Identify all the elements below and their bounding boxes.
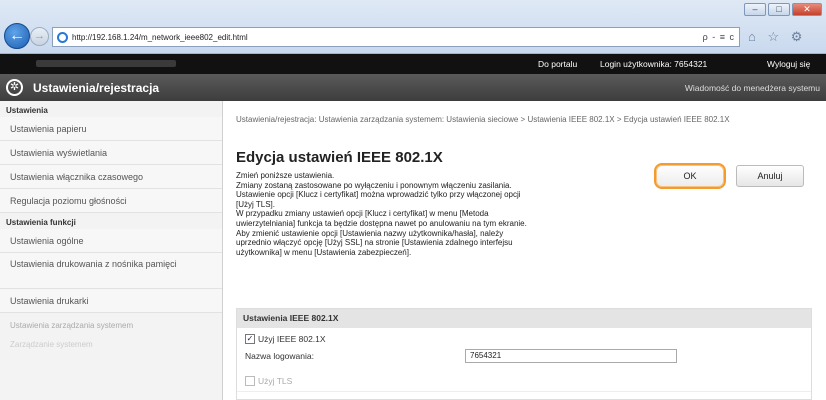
sidebar-item-general[interactable]: Ustawienia ogólne	[0, 229, 222, 253]
window-controls: – □ ✕	[744, 3, 822, 16]
app-title: Ustawienia/rejestracja	[33, 81, 160, 95]
sidebar-item-paper[interactable]: Ustawienia papieru	[0, 117, 222, 141]
description-line: Ustawienie opcji [Klucz i certyfikat] mo…	[236, 190, 521, 200]
divider	[237, 391, 811, 392]
use-tls-row: Użyj TLS	[245, 376, 292, 386]
browser-toolbar-icons[interactable]: ⌂ ☆ ⚙	[748, 29, 806, 45]
browser-logo-icon	[57, 31, 68, 43]
description-line: [Użyj TLS].	[236, 199, 275, 209]
ieee-settings-panel: Ustawienia IEEE 802.1X ✓ Użyj IEEE 802.1…	[236, 308, 812, 400]
close-icon[interactable]: ✕	[792, 3, 822, 16]
sidebar-item-volume[interactable]: Regulacja poziomu głośności	[0, 189, 222, 213]
minimize-icon[interactable]: –	[744, 3, 766, 16]
description-line: użytkownika] w menu [Ustawienia zabezpie…	[236, 247, 412, 257]
use-tls-checkbox[interactable]	[245, 376, 255, 386]
maximize-icon[interactable]: □	[768, 3, 790, 16]
address-tools[interactable]: ρ - ≡ c	[703, 32, 735, 42]
site-top-bar: Do portalu Login użytkownika: 7654321 Wy…	[0, 54, 826, 74]
back-arrow-icon[interactable]: ←	[4, 23, 30, 49]
sidebar-section-functions: Ustawienia funkcji	[6, 218, 76, 227]
description-line: uprzednio włączyć opcję [Użyj SSL] na st…	[236, 238, 513, 248]
sidebar-item-system-management[interactable]: Zarządzanie systemem	[0, 330, 222, 349]
sidebar-item-display[interactable]: Ustawienia wyświetlania	[0, 141, 222, 165]
use-ieee-label: Użyj IEEE 802.1X	[258, 334, 326, 344]
use-ieee-checkbox[interactable]: ✓	[245, 334, 255, 344]
cancel-button[interactable]: Anuluj	[736, 165, 804, 187]
url-text[interactable]: http://192.168.1.24/m_network_ieee802_ed…	[72, 33, 248, 42]
main-content: Ustawienia/rejestracja: Ustawienia zarzą…	[224, 101, 826, 400]
panel-title: Ustawienia IEEE 802.1X	[237, 309, 811, 328]
sidebar-item-media-print[interactable]: Ustawienia drukowania z nośnika pamięci	[0, 253, 222, 289]
login-name-input[interactable]: 7654321	[465, 349, 677, 363]
description-line: Aby zmienić ustawienie opcji [Ustawienia…	[236, 228, 504, 238]
forward-arrow-icon[interactable]: →	[30, 27, 49, 46]
description-line: Zmień poniższe ustawienia.	[236, 171, 335, 180]
app-title-bar: ✲ Ustawienia/rejestracja Wiadomość do me…	[0, 74, 826, 101]
sidebar: Ustawienia Ustawienia papieru Ustawienia…	[0, 101, 223, 400]
logout-link[interactable]: Wyloguj się	[767, 59, 810, 69]
page-title: Edycja ustawień IEEE 802.1X	[236, 149, 443, 166]
sidebar-section-settings: Ustawienia	[6, 106, 48, 115]
admin-message-link[interactable]: Wiadomość do menedżera systemu	[685, 83, 820, 93]
browser-chrome: – □ ✕ ← → http://192.168.1.24/m_network_…	[0, 0, 826, 54]
description-line: uwierzytelniania] funkcja ta będzie dost…	[236, 218, 527, 228]
use-tls-label: Użyj TLS	[258, 376, 293, 386]
sidebar-item-timer[interactable]: Ustawienia włącznika czasowego	[0, 165, 222, 189]
login-name-label: Nazwa logowania:	[245, 351, 314, 361]
use-ieee-row: ✓ Użyj IEEE 802.1X	[245, 334, 326, 344]
address-bar[interactable]: http://192.168.1.24/m_network_ieee802_ed…	[52, 27, 740, 47]
sidebar-section-system: Ustawienia zarządzania systemem	[10, 321, 134, 330]
settings-gear-icon: ✲	[6, 79, 23, 96]
description: Zmień poniższe ustawienia. Zmiany zostan…	[236, 171, 656, 257]
breadcrumb: Ustawienia/rejestracja: Ustawienia zarzą…	[236, 115, 730, 124]
login-user-label: Login użytkownika: 7654321	[600, 59, 708, 69]
portal-link[interactable]: Do portalu	[538, 59, 577, 69]
description-line: Zmiany zostaną zastosowane po wyłączeniu…	[236, 180, 512, 190]
description-line: W przypadku zmiany ustawień opcji [Klucz…	[236, 209, 489, 219]
ok-button[interactable]: OK	[654, 163, 726, 189]
brand-logo	[36, 60, 176, 67]
sidebar-item-printer[interactable]: Ustawienia drukarki	[0, 289, 222, 313]
